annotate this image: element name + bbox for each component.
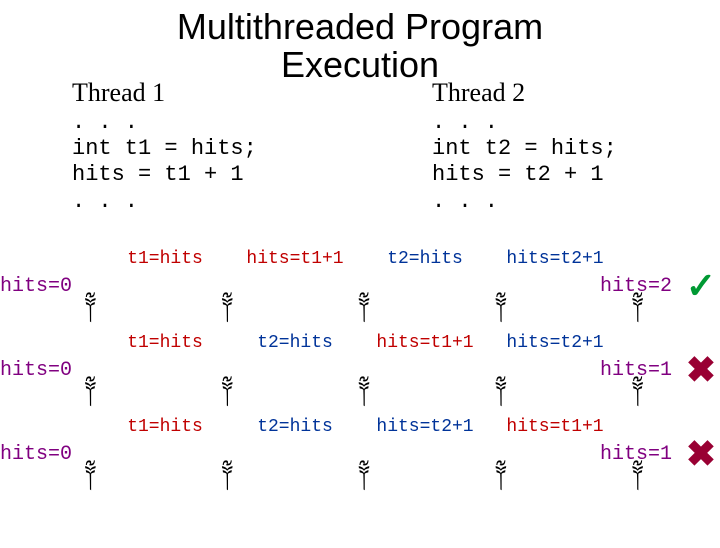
trace-result-label: hits=1 [600, 359, 672, 382]
trace-op: hits=t1+1 [230, 249, 360, 269]
thread-2-code: . . . int t2 = hits; hits = t2 + 1 . . . [432, 110, 720, 216]
threads-row: Thread 1 . . . int t1 = hits; hits = t1 … [0, 78, 720, 216]
trace-op: hits=t1+1 [360, 333, 490, 353]
trace-start-label: hits=0 [0, 275, 72, 298]
thread-1-block: Thread 1 . . . int t1 = hits; hits = t1 … [0, 78, 360, 216]
check-icon: ✓ [686, 265, 716, 307]
trace-op-labels: t1=hitst2=hitshits=t2+1hits=t1+1 [100, 417, 620, 437]
slide-title: Multithreaded Program Execution [0, 8, 720, 84]
trace-row: hits=0t1=hitst2=hitshits=t1+1hits=t2+1༈༈… [0, 329, 720, 403]
execution-traces: hits=0t1=hitshits=t1+1t2=hitshits=t2+1༈༈… [0, 245, 720, 487]
thread-1-title: Thread 1 [72, 78, 360, 108]
trace-op-labels: t1=hitst2=hitshits=t1+1hits=t2+1 [100, 333, 620, 353]
trace-op: t2=hits [360, 249, 490, 269]
trace-op: t1=hits [100, 417, 230, 437]
trace-op: t1=hits [100, 249, 230, 269]
title-line-1: Multithreaded Program [177, 6, 543, 47]
trace-result-label: hits=2 [600, 275, 672, 298]
trace-start-label: hits=0 [0, 443, 72, 466]
trace-op: t2=hits [230, 333, 360, 353]
trace-op: hits=t2+1 [490, 333, 620, 353]
trace-op-labels: t1=hitshits=t1+1t2=hitshits=t2+1 [100, 249, 620, 269]
trace-op: hits=t1+1 [490, 417, 620, 437]
trace-op: t1=hits [100, 333, 230, 353]
trace-op: hits=t2+1 [360, 417, 490, 437]
state-mark-icon: ༈ [84, 441, 97, 514]
trace-row: hits=0t1=hitshits=t1+1t2=hitshits=t2+1༈༈… [0, 245, 720, 319]
trace-op: t2=hits [230, 417, 360, 437]
state-mark-icon: ༈ [221, 441, 234, 514]
trace-state-marks: ༈༈༈༈༈ [84, 441, 644, 514]
state-mark-icon: ༈ [358, 441, 371, 514]
cross-icon: ✖ [686, 349, 716, 391]
thread-2-title: Thread 2 [432, 78, 720, 108]
state-mark-icon: ༈ [494, 441, 507, 514]
thread-1-code: . . . int t1 = hits; hits = t1 + 1 . . . [72, 110, 360, 216]
trace-start-label: hits=0 [0, 359, 72, 382]
thread-2-block: Thread 2 . . . int t2 = hits; hits = t2 … [360, 78, 720, 216]
cross-icon: ✖ [686, 433, 716, 475]
trace-op: hits=t2+1 [490, 249, 620, 269]
trace-result-label: hits=1 [600, 443, 672, 466]
trace-row: hits=0t1=hitst2=hitshits=t2+1hits=t1+1༈༈… [0, 413, 720, 487]
